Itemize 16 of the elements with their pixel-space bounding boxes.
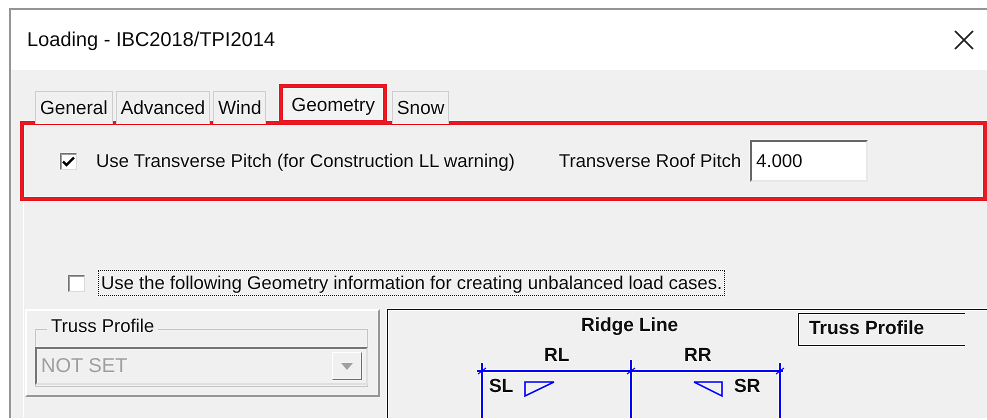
span-label: RL: [544, 345, 570, 367]
legend-box: Truss Profile: [798, 313, 965, 346]
checkbox-label[interactable]: Use Transverse Pitch (for Construction LL warning): [94, 149, 517, 173]
tab[interactable]: Wind: [213, 91, 266, 124]
ridge-line-title: Ridge Line: [581, 315, 678, 337]
tab[interactable]: General: [35, 91, 113, 124]
field-label: Transverse Roof Pitch: [558, 150, 742, 172]
tab[interactable]: Snow: [392, 91, 450, 124]
checkbox-label[interactable]: Use the following Geometry information for creating unbalanced load cases.: [99, 271, 724, 295]
window-title: Loading - IBC2018/TPI2014: [27, 28, 275, 52]
tab[interactable]: Geometry: [279, 84, 387, 124]
pitch-field[interactable]: 4.000: [750, 140, 868, 182]
slope-label: SR: [734, 376, 760, 398]
slope-label: SL: [489, 376, 514, 398]
tab[interactable]: Advanced: [116, 91, 210, 124]
span-label: RR: [684, 345, 712, 367]
